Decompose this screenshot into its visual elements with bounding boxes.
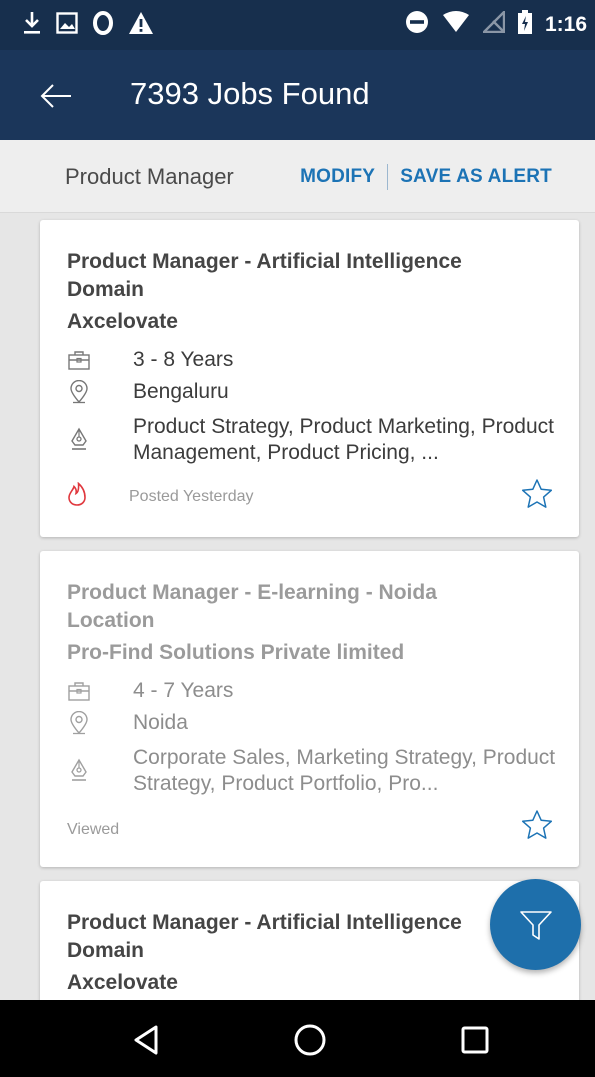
job-title: Product Manager - E-learning - Noida Loc…	[67, 581, 437, 632]
nav-home-button[interactable]	[290, 1020, 330, 1060]
posted-row: Posted Yesterday	[67, 481, 254, 511]
briefcase-icon	[67, 347, 91, 373]
filter-icon	[519, 910, 552, 940]
flame-icon	[67, 481, 87, 511]
modify-button[interactable]: MODIFY	[300, 166, 375, 188]
star-icon[interactable]	[521, 478, 553, 510]
job-title: Product Manager - Artificial Intelligenc…	[67, 911, 462, 962]
search-summary-bar: Product Manager MODIFY SAVE AS ALERT	[0, 140, 595, 213]
job-card[interactable]: Product Manager - E-learning - Noida Loc…	[40, 551, 579, 867]
battery-charging-icon	[517, 10, 532, 39]
location-pin-icon	[67, 379, 91, 405]
location-pin-icon	[67, 710, 91, 736]
pen-nib-icon	[67, 757, 91, 783]
triangle-back-icon	[134, 1025, 158, 1055]
filter-button[interactable]	[490, 879, 581, 970]
save-as-alert-button[interactable]: SAVE AS ALERT	[400, 166, 552, 188]
viewed-status: Viewed	[67, 821, 120, 838]
company-name: Axcelovate	[67, 971, 178, 994]
posted-date: Posted Yesterday	[129, 487, 254, 505]
skills-row: Corporate Sales, Marketing Strategy, Pro…	[67, 745, 563, 797]
status-right-icons: 1:16	[405, 9, 587, 39]
status-left-icons	[22, 10, 154, 41]
location-row: Bengaluru	[67, 379, 229, 405]
back-button[interactable]	[34, 74, 78, 118]
experience-row: 4 - 7 Years	[67, 678, 233, 704]
company-name: Pro-Find Solutions Private limited	[67, 641, 405, 664]
company-name: Axcelovate	[67, 310, 178, 333]
nav-recents-button[interactable]	[455, 1020, 495, 1060]
square-recents-icon	[461, 1026, 489, 1054]
image-icon	[56, 12, 78, 39]
page-title: 7393 Jobs Found	[130, 76, 370, 111]
nav-back-button[interactable]	[126, 1020, 166, 1060]
download-icon	[22, 10, 42, 41]
pen-nib-icon	[67, 426, 91, 452]
briefcase-icon	[67, 678, 91, 704]
job-title: Product Manager - Artificial Intelligenc…	[67, 250, 462, 301]
search-actions: MODIFY SAVE AS ALERT	[300, 164, 552, 190]
location-row: Noida	[67, 710, 188, 736]
warning-icon	[128, 11, 154, 40]
circle-icon	[92, 10, 114, 41]
search-query-label: Product Manager	[65, 164, 234, 189]
status-bar: 1:16	[0, 0, 595, 50]
star-icon[interactable]	[521, 809, 553, 841]
action-divider	[387, 164, 389, 190]
job-card[interactable]: Product Manager - Artificial Intelligenc…	[40, 220, 579, 537]
status-time: 1:16	[544, 12, 587, 36]
skills-text: Product Strategy, Product Marketing, Pro…	[133, 415, 554, 464]
location-text: Bengaluru	[133, 380, 229, 403]
app-bar: 7393 Jobs Found	[0, 50, 595, 140]
experience-row: 3 - 8 Years	[67, 347, 233, 373]
wifi-icon	[442, 11, 470, 38]
experience-text: 3 - 8 Years	[133, 348, 234, 371]
circle-home-icon	[294, 1024, 326, 1056]
location-text: Noida	[133, 711, 188, 734]
arrow-left-icon	[40, 84, 71, 108]
dnd-icon	[405, 10, 429, 39]
navigation-bar	[0, 1000, 595, 1077]
skills-text: Corporate Sales, Marketing Strategy, Pro…	[133, 746, 556, 795]
no-signal-icon	[481, 9, 506, 38]
experience-text: 4 - 7 Years	[133, 679, 234, 702]
skills-row: Product Strategy, Product Marketing, Pro…	[67, 414, 563, 466]
